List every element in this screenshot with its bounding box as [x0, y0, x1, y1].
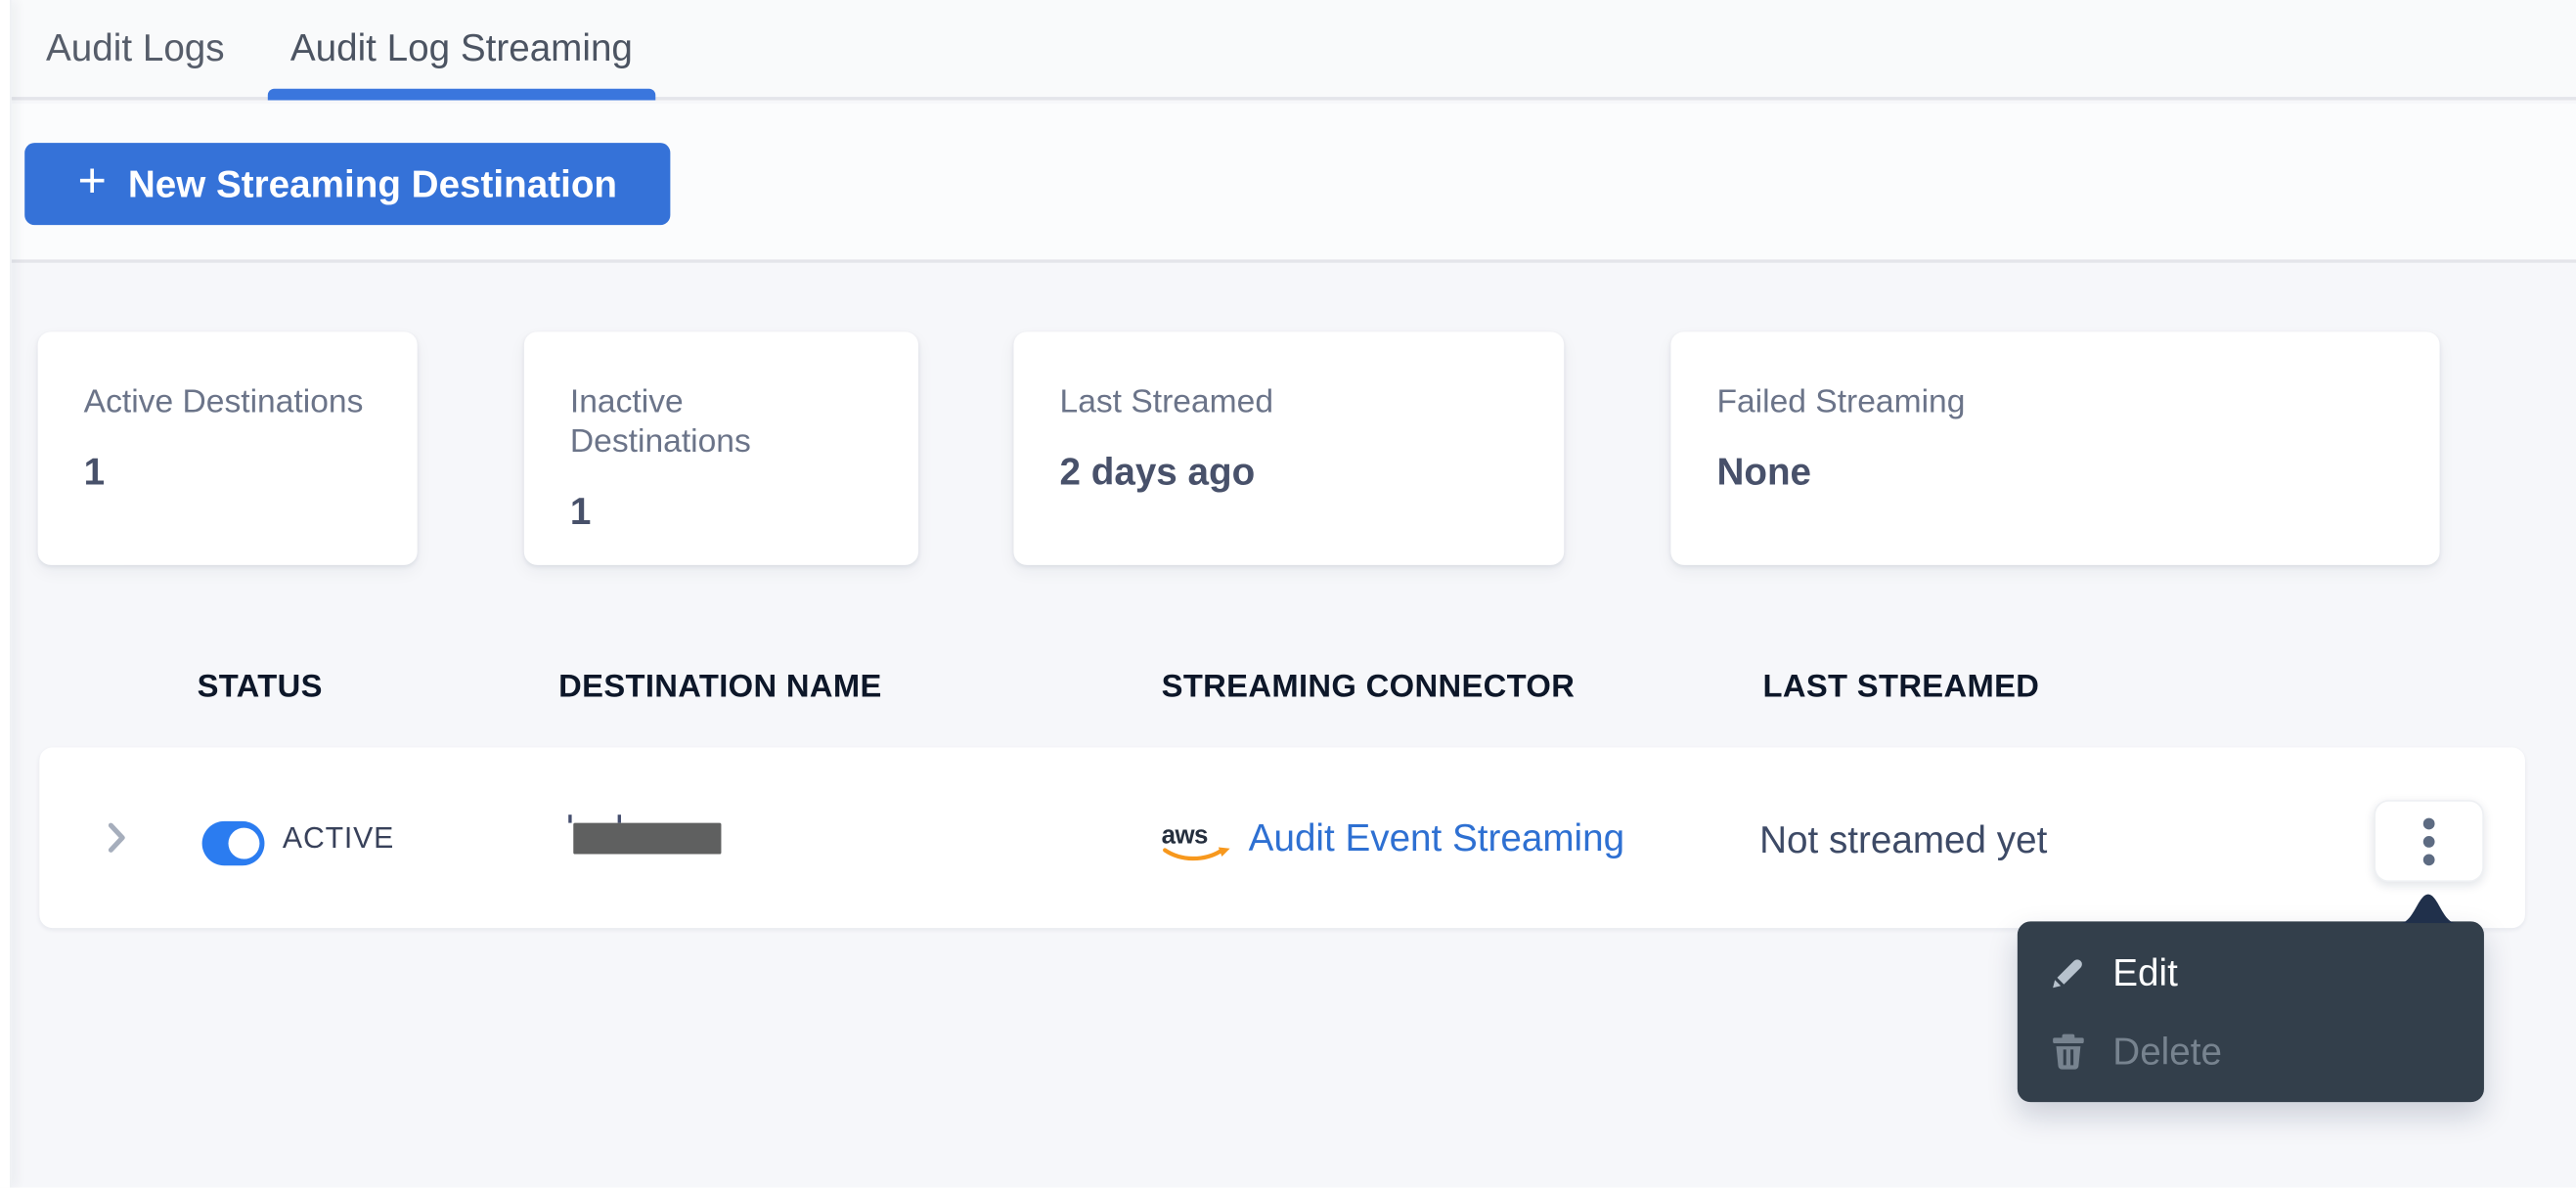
context-menu: Edit Delete — [2017, 921, 2484, 1103]
kebab-dot — [2422, 816, 2435, 829]
stat-card-active-destinations: Active Destinations 1 — [37, 331, 418, 565]
stat-card-failed-streaming: Failed Streaming None — [1670, 331, 2440, 565]
menu-item-edit[interactable]: Edit — [2018, 933, 2484, 1012]
svg-text:aws: aws — [1162, 821, 1208, 849]
stat-card-inactive-destinations: Inactive Destinations 1 — [523, 331, 919, 565]
plus-icon: + — [77, 154, 107, 209]
status-toggle[interactable] — [201, 820, 265, 866]
tab-audit-logs[interactable]: Audit Logs — [23, 0, 248, 97]
toggle-knob — [228, 827, 260, 859]
connector-link[interactable]: Audit Event Streaming — [1249, 816, 1624, 859]
page-left-gutter — [0, 0, 12, 1188]
table-row: ACTIVE aws Audit Event Streaming Not str… — [39, 747, 2525, 929]
stat-value: None — [1716, 450, 1812, 493]
pencil-icon — [2053, 959, 2082, 989]
stat-label: Last Streamed — [1059, 384, 1274, 421]
new-streaming-destination-label: New Streaming Destination — [127, 161, 618, 205]
kebab-dot — [2422, 835, 2435, 847]
column-header-last-streamed: LAST STREAMED — [1762, 668, 2040, 705]
stat-label: Active Destinations — [83, 384, 364, 421]
audit-log-streaming-page: Audit Logs Audit Log Streaming + New Str… — [0, 0, 2576, 1188]
stat-label: Failed Streaming — [1716, 384, 1966, 421]
menu-arrow — [2400, 894, 2457, 924]
column-header-streaming-connector: STREAMING CONNECTOR — [1161, 668, 1576, 705]
stat-value: 1 — [83, 450, 106, 493]
last-streamed-value: Not streamed yet — [1759, 817, 2048, 861]
status-badge: ACTIVE — [282, 820, 395, 855]
redaction-artifact — [568, 814, 572, 823]
redaction-artifact — [617, 814, 621, 823]
chevron-right-icon[interactable] — [106, 819, 129, 856]
menu-item-label: Delete — [2112, 1029, 2222, 1073]
tab-bar: Audit Logs Audit Log Streaming — [0, 0, 2576, 101]
tab-audit-log-streaming[interactable]: Audit Log Streaming — [267, 0, 657, 101]
menu-item-delete[interactable]: Delete — [2018, 1012, 2484, 1091]
column-header-status: STATUS — [197, 668, 323, 705]
stat-label: Inactive Destinations — [569, 384, 751, 461]
destination-name-redacted — [573, 822, 722, 855]
stat-value: 2 days ago — [1059, 450, 1256, 493]
column-header-destination-name: DESTINATION NAME — [558, 668, 882, 705]
stat-value: 1 — [569, 489, 592, 533]
kebab-menu-button[interactable] — [2374, 800, 2484, 883]
trash-icon — [2053, 1034, 2084, 1070]
new-streaming-destination-button[interactable]: + New Streaming Destination — [24, 143, 671, 226]
stat-card-last-streamed: Last Streamed 2 days ago — [1013, 331, 1565, 565]
menu-item-label: Edit — [2112, 949, 2178, 993]
toolbar: + New Streaming Destination — [0, 103, 2576, 263]
kebab-dot — [2422, 853, 2435, 865]
aws-logo-icon: aws — [1162, 821, 1230, 861]
